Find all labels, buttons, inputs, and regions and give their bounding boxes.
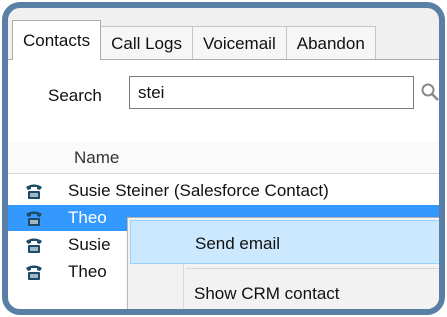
grid-header: Name	[8, 142, 439, 174]
tab-contacts[interactable]: Contacts	[12, 20, 102, 60]
tab-call-logs[interactable]: Call Logs	[100, 26, 193, 60]
phone-icon	[26, 184, 42, 199]
menu-item-send-email[interactable]: Send email	[130, 220, 439, 264]
context-menu: Send email Show CRM contact	[127, 217, 439, 309]
phone-icon	[26, 265, 42, 280]
menu-separator	[186, 268, 439, 269]
tab-abandon[interactable]: Abandon	[285, 26, 376, 60]
phone-icon	[26, 211, 42, 226]
contact-name: Theo	[68, 262, 107, 281]
phone-icon	[26, 238, 42, 253]
menu-item-label: Send email	[195, 234, 281, 253]
menu-item-label: Show CRM contact	[194, 284, 340, 303]
contact-name: Susie Steiner (Salesforce Contact)	[68, 181, 329, 200]
contact-name: Susie	[68, 235, 111, 254]
column-header-name[interactable]: Name	[74, 148, 119, 168]
menu-item-show-crm-contact[interactable]: Show CRM contact	[130, 271, 439, 309]
contacts-panel-frame: Contacts Call Logs Voicemail Abandon Sea…	[2, 2, 445, 315]
search-input[interactable]	[129, 76, 414, 109]
search-label: Search	[48, 86, 102, 105]
search-icon[interactable]	[420, 82, 440, 102]
contact-name: Theo	[68, 208, 107, 227]
tab-bar: Contacts Call Logs Voicemail Abandon	[12, 20, 439, 60]
tab-voicemail[interactable]: Voicemail	[191, 26, 287, 60]
contact-row[interactable]: Susie Steiner (Salesforce Contact)	[8, 178, 439, 204]
